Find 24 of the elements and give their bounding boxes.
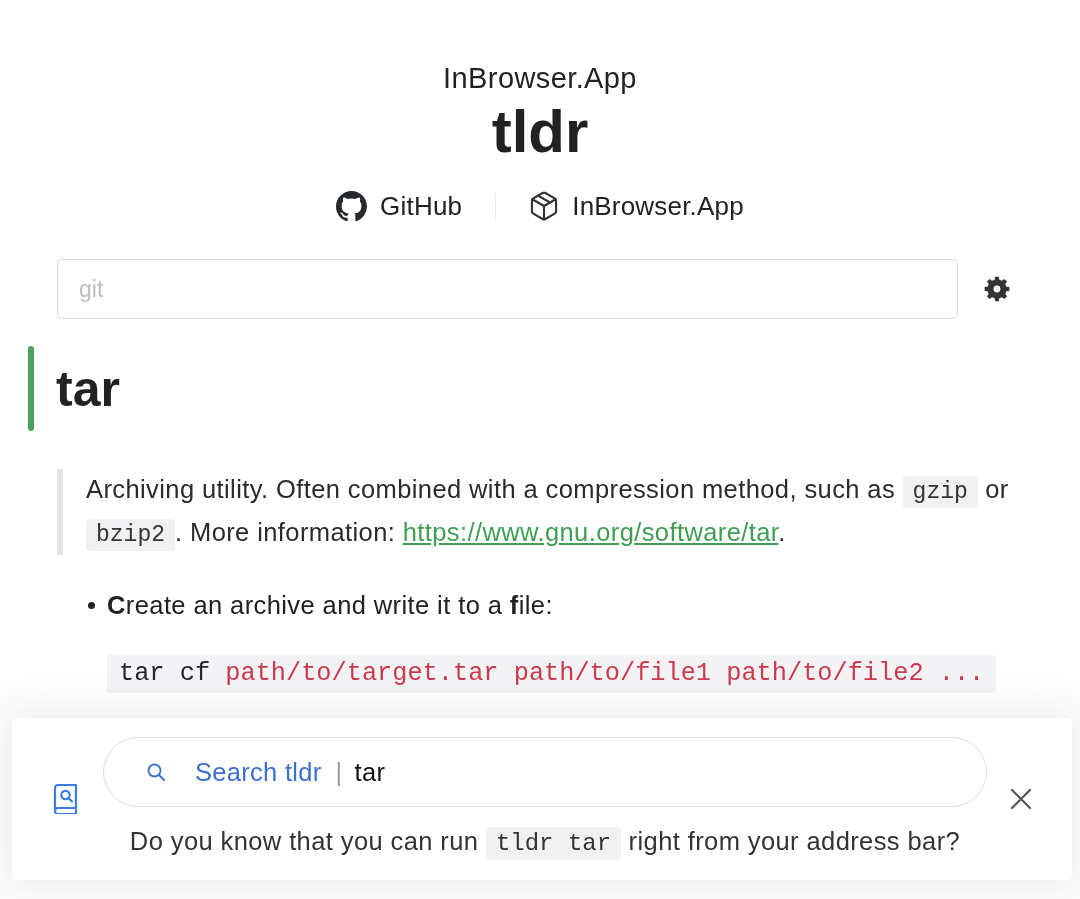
inline-code: tldr tar — [485, 827, 622, 860]
site-name: InBrowser.App — [443, 61, 637, 96]
description-text: Archiving utility. Often combined with a compression method, such as gzip or bzip2 . More information: https://www.gnu.org/software/tar. — [86, 469, 1042, 555]
nav-link[interactable]: InBrowser.App — [529, 186, 744, 226]
tip-text: Do you know that you can run tldr tar right from your address bar? — [129, 824, 961, 861]
page-title: tar — [56, 359, 120, 419]
query-text: tar — [354, 756, 386, 788]
inline-code: bzip2 — [86, 519, 175, 551]
search-field[interactable]: git — [57, 259, 958, 319]
app-title: tldr — [491, 100, 589, 164]
bullet-icon — [88, 601, 95, 609]
book-search-icon — [52, 784, 78, 814]
search-icon — [146, 763, 165, 781]
search-label: Search tldr — [194, 756, 322, 788]
nav-link[interactable]: GitHub — [336, 186, 463, 226]
close-icon — [1010, 788, 1032, 810]
github-icon — [336, 190, 368, 222]
separator-text: | — [335, 756, 343, 788]
code-block: tar cf path/to/target.tar path/to/file1 path/to/file2 ... — [107, 655, 997, 693]
close-button[interactable] — [1010, 788, 1032, 810]
example-description: Create an archive and write it to a file: — [107, 589, 553, 621]
settings-icon[interactable] — [984, 276, 1010, 302]
inline-code: gzip — [902, 476, 978, 508]
box-icon — [529, 191, 560, 221]
